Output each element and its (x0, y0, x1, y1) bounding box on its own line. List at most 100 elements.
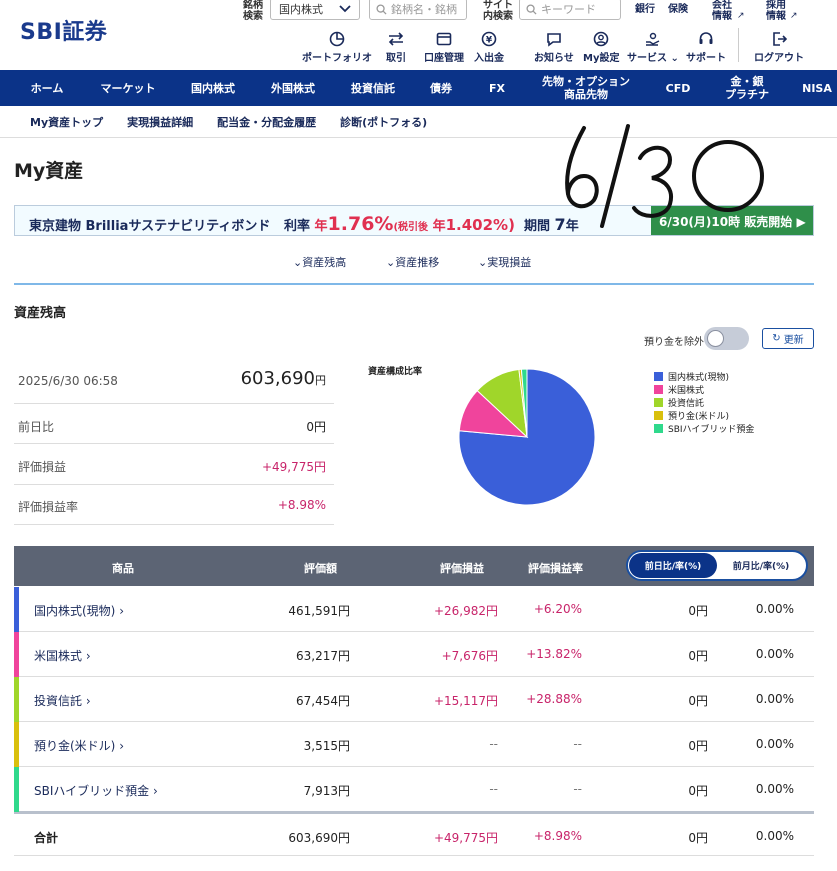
row-pl-rate: +13.82% (526, 647, 582, 661)
nav-nisa[interactable]: NISA (794, 70, 837, 106)
stock-market-select[interactable]: 国内株式 (270, 0, 360, 20)
notice-button[interactable]: お知らせ (534, 30, 574, 64)
row-name[interactable]: 預り金(米ドル) › (34, 737, 124, 754)
table-row[interactable]: 預り金(米ドル) › 3,515円 -- -- 0円 0.00% (14, 722, 814, 767)
row-color-bar (14, 767, 19, 812)
external-link-icon: ↗ (790, 11, 798, 21)
svg-text:¥: ¥ (486, 36, 493, 46)
row-pl-rate: +6.20% (533, 602, 582, 616)
row-pl: +26,982円 (433, 604, 498, 618)
nav-market[interactable]: マーケット (88, 70, 168, 106)
section-divider (14, 283, 814, 285)
total-daily-change: 0円 (688, 831, 708, 845)
support-icon (697, 30, 715, 48)
row-name[interactable]: 投資信託 › (34, 692, 91, 709)
handwritten-date-annotation (565, 124, 764, 228)
total-pl: +49,775円 (433, 831, 498, 845)
stock-search-label: 銘柄 検索 (243, 0, 263, 22)
total-pl-rate: +8.98% (533, 829, 582, 843)
refresh-icon: ↻ (772, 333, 781, 344)
legend-item: 投資信託 (654, 396, 704, 409)
nav-precious-metals[interactable]: 金・銀 プラチナ (712, 70, 782, 106)
sbi-logo[interactable]: SBI証券 (20, 14, 107, 46)
row-color-bar (14, 587, 19, 632)
subnav-realized-pl[interactable]: 実現損益詳細 (127, 114, 193, 130)
row-name[interactable]: 米国株式 › (34, 647, 91, 664)
table-row[interactable]: 投資信託 › 67,454円 +15,117円 +28.88% 0円 0.00% (14, 677, 814, 722)
nav-domestic-stocks[interactable]: 国内株式 (176, 70, 250, 106)
stock-market-select-value: 国内株式 (279, 3, 323, 16)
anchor-asset-balance[interactable]: ⌄資産残高 (293, 254, 346, 270)
link-recruit[interactable]: 採用 情報 (766, 0, 786, 22)
table-row[interactable]: SBIハイブリッド預金 › 7,913円 -- -- 0円 0.00% (14, 767, 814, 814)
portfolio-icon (328, 30, 346, 48)
my-settings-button[interactable]: My設定 (583, 30, 619, 64)
refresh-button[interactable]: ↻ 更新 (762, 328, 814, 349)
trade-button[interactable]: 取引 (386, 30, 406, 64)
logout-button[interactable]: ログアウト (754, 30, 804, 64)
row-name[interactable]: SBIハイブリッド預金 › (34, 782, 158, 799)
row-daily-change: 0円 (688, 784, 708, 798)
row-daily-rate: 0.00% (755, 692, 794, 706)
summary-value: +49,775円 (261, 460, 326, 474)
legend-swatch (654, 385, 663, 394)
anchor-asset-trend[interactable]: ⌄資産推移 (386, 254, 439, 270)
total-daily-rate: 0.00% (755, 829, 794, 843)
summary-value: 0円 (306, 420, 326, 434)
account-button[interactable]: 口座管理 (424, 30, 464, 64)
subnav-diagnosis[interactable]: 診断(ポトフォる) (340, 114, 427, 130)
nav-investment-trust[interactable]: 投資信託 (336, 70, 410, 106)
legend-item: 預り金(米ドル) (654, 409, 729, 422)
row-daily-change: 0円 (688, 739, 708, 753)
subnav-dividend-history[interactable]: 配当金・分配金履歴 (217, 114, 316, 130)
segment-daily[interactable]: 前日比/率(%) (629, 553, 717, 578)
nav-fx[interactable]: FX (474, 70, 520, 106)
account-icon (435, 30, 453, 48)
header-amount: 評価額 (304, 562, 337, 575)
legend-swatch (654, 411, 663, 420)
logout-label: ログアウト (754, 53, 804, 64)
service-button[interactable]: サービス ⌄ (627, 30, 679, 64)
table-row[interactable]: 米国株式 › 63,217円 +7,676円 +13.82% 0円 0.00% (14, 632, 814, 677)
service-icon (644, 30, 662, 48)
site-search-placeholder: キーワード (541, 3, 596, 16)
subnav-my-assets-top[interactable]: My資産トップ (30, 114, 103, 130)
row-name[interactable]: 国内株式(現物) › (34, 602, 124, 619)
summary-label: 評価損益率 (18, 500, 79, 514)
summary-total-unit: 円 (315, 374, 326, 387)
support-label: サポート (686, 53, 726, 64)
row-amount: 7,913円 (303, 784, 350, 798)
anchor-realized-pl[interactable]: ⌄実現損益 (478, 254, 531, 270)
nav-bonds[interactable]: 債券 (416, 70, 466, 106)
portfolio-button[interactable]: ポートフォリオ (302, 30, 372, 64)
row-daily-change: 0円 (688, 694, 708, 708)
row-color-bar (14, 722, 19, 767)
legend-label: 国内株式(現物) (668, 373, 730, 383)
chart-title: 資産構成比率 (368, 367, 423, 377)
link-insurance[interactable]: 保険 (668, 4, 688, 15)
portfolio-label: ポートフォリオ (302, 53, 372, 64)
row-amount: 3,515円 (303, 739, 350, 753)
nav-foreign-stocks[interactable]: 外国株式 (256, 70, 330, 106)
site-search-input[interactable]: キーワード (519, 0, 621, 20)
stock-search-input[interactable]: 銘柄名・銘柄 (369, 0, 467, 20)
global-nav: ホーム マーケット 国内株式 外国株式 投資信託 債券 FX 先物・オプション … (0, 70, 837, 106)
row-pl-rate: +28.88% (526, 692, 582, 706)
table-row[interactable]: 国内株式(現物) › 461,591円 +26,982円 +6.20% 0円 0… (14, 587, 814, 632)
row-pl: -- (489, 737, 498, 751)
segment-monthly[interactable]: 前月比/率(%) (717, 553, 805, 578)
toggle-knob (707, 330, 724, 347)
nav-home[interactable]: ホーム (14, 70, 80, 106)
link-bank[interactable]: 銀行 (635, 4, 655, 15)
link-company[interactable]: 会社 情報 (712, 0, 732, 22)
nav-cfd[interactable]: CFD (654, 70, 702, 106)
total-amount: 603,690円 (288, 831, 350, 845)
support-button[interactable]: サポート (686, 30, 726, 64)
summary-row: 評価損益率 +8.98% (14, 485, 334, 525)
nav-futures-options[interactable]: 先物・オプション 商品先物 (528, 70, 644, 106)
legend-swatch (654, 424, 663, 433)
header-product: 商品 (112, 562, 134, 575)
deposit-button[interactable]: ¥ 入出金 (474, 30, 504, 64)
page-title: My資産 (14, 160, 84, 182)
banner-text: 東京建物 Brilliaサステナビリティボンド 利率 年1.76%(税引後 年1… (29, 213, 579, 235)
